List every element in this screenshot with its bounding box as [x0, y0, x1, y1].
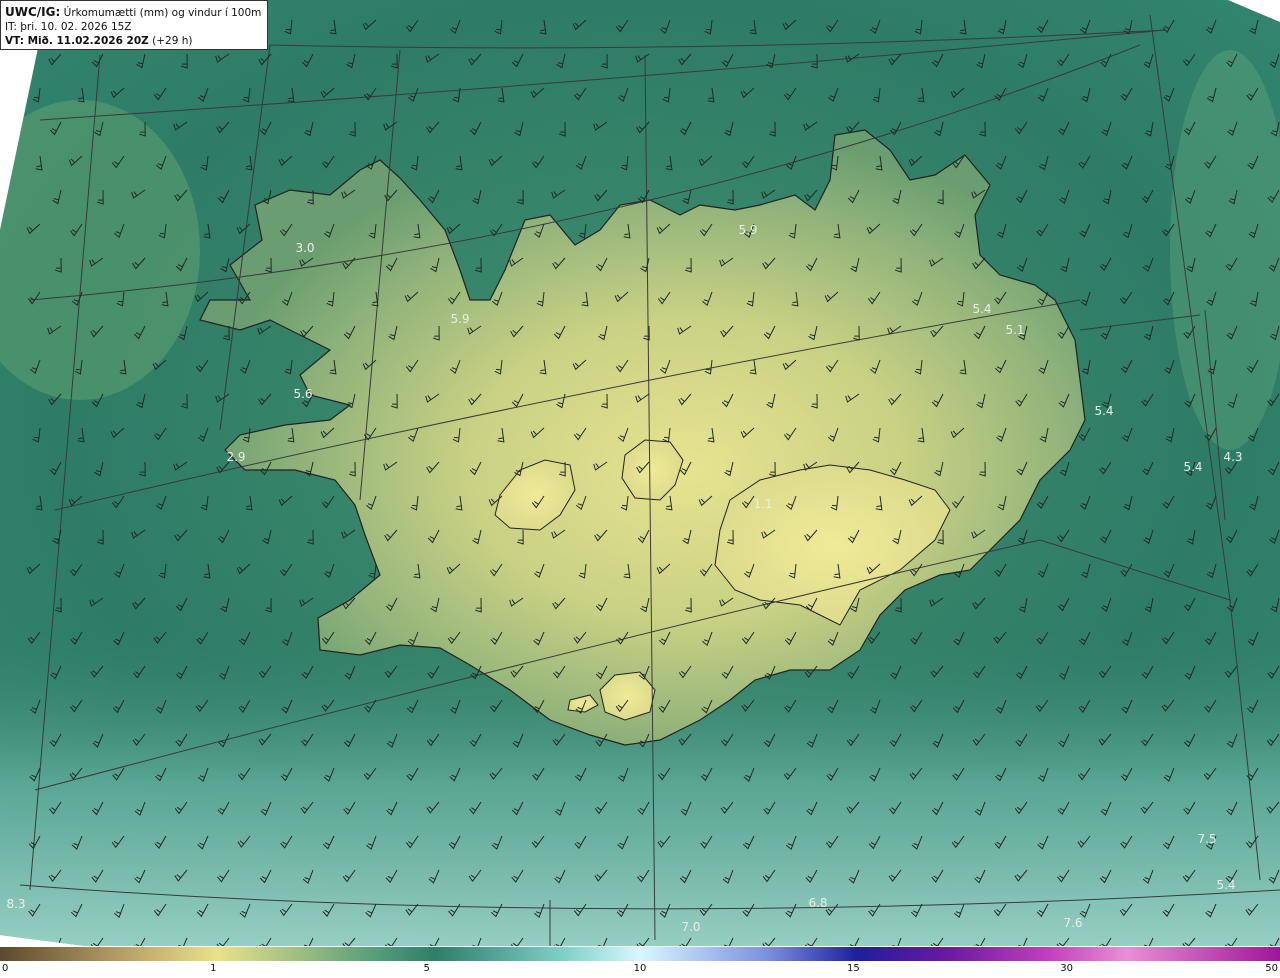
- colorbar-tick-label: 5: [423, 963, 430, 974]
- value-label: 5.4: [1183, 460, 1202, 474]
- colorbar-tick-label: 15: [846, 963, 860, 974]
- colorbar-tick-label: 1: [210, 963, 217, 974]
- value-label: 5.1: [1005, 323, 1024, 337]
- colorbar-tick-label: 50: [1265, 963, 1278, 974]
- value-label: 7.0: [681, 920, 700, 934]
- map-info-box: UWC/IG: Úrkomumætti (mm) og vindur í 100…: [0, 0, 268, 50]
- colorbar-tick-label: 0: [2, 963, 9, 974]
- value-label: 5.4: [1216, 878, 1235, 892]
- value-label: 5.6: [293, 387, 312, 401]
- map-title: UWC/IG: Úrkomumætti (mm) og vindur í 100…: [5, 5, 263, 19]
- valid-time: VT: Mið. 11.02.2026 20Z (+29 h): [5, 35, 193, 47]
- issue-time: IT: þri. 10. 02. 2026 15Z: [5, 21, 132, 33]
- value-label: 8.3: [6, 897, 25, 911]
- colorbar-tick-label: 10: [633, 963, 647, 974]
- precipitation-colorbar: [0, 947, 1280, 961]
- value-label: 1.1: [753, 497, 772, 511]
- value-label: 4.3: [1223, 450, 1242, 464]
- value-label: 5.4: [1094, 404, 1113, 418]
- colorbar-ticks: 0 1 5 10 15 30 50: [0, 962, 1280, 978]
- value-label: 5.9: [738, 223, 757, 237]
- value-label: 7.6: [1063, 916, 1082, 930]
- value-label: 3.0: [295, 241, 314, 255]
- value-label: 7.5: [1197, 832, 1216, 846]
- precipitation-wind-map: 3.0 5.9 5.6 2.9 5.9 5.4 5.1 5.4 5.4 4.3 1.1 7.5 5.4 6…: [0, 0, 1280, 946]
- value-label: 5.9: [450, 312, 469, 326]
- value-label: 2.9: [226, 450, 245, 464]
- colorbar-tick-label: 30: [1060, 963, 1074, 974]
- value-label: 6.8: [808, 896, 827, 910]
- map-domain: 3.0 5.9 5.6 2.9 5.9 5.4 5.1 5.4 5.4 4.3 1.1 7.5 5.4 6…: [0, 0, 1280, 946]
- value-label: 5.4: [972, 302, 991, 316]
